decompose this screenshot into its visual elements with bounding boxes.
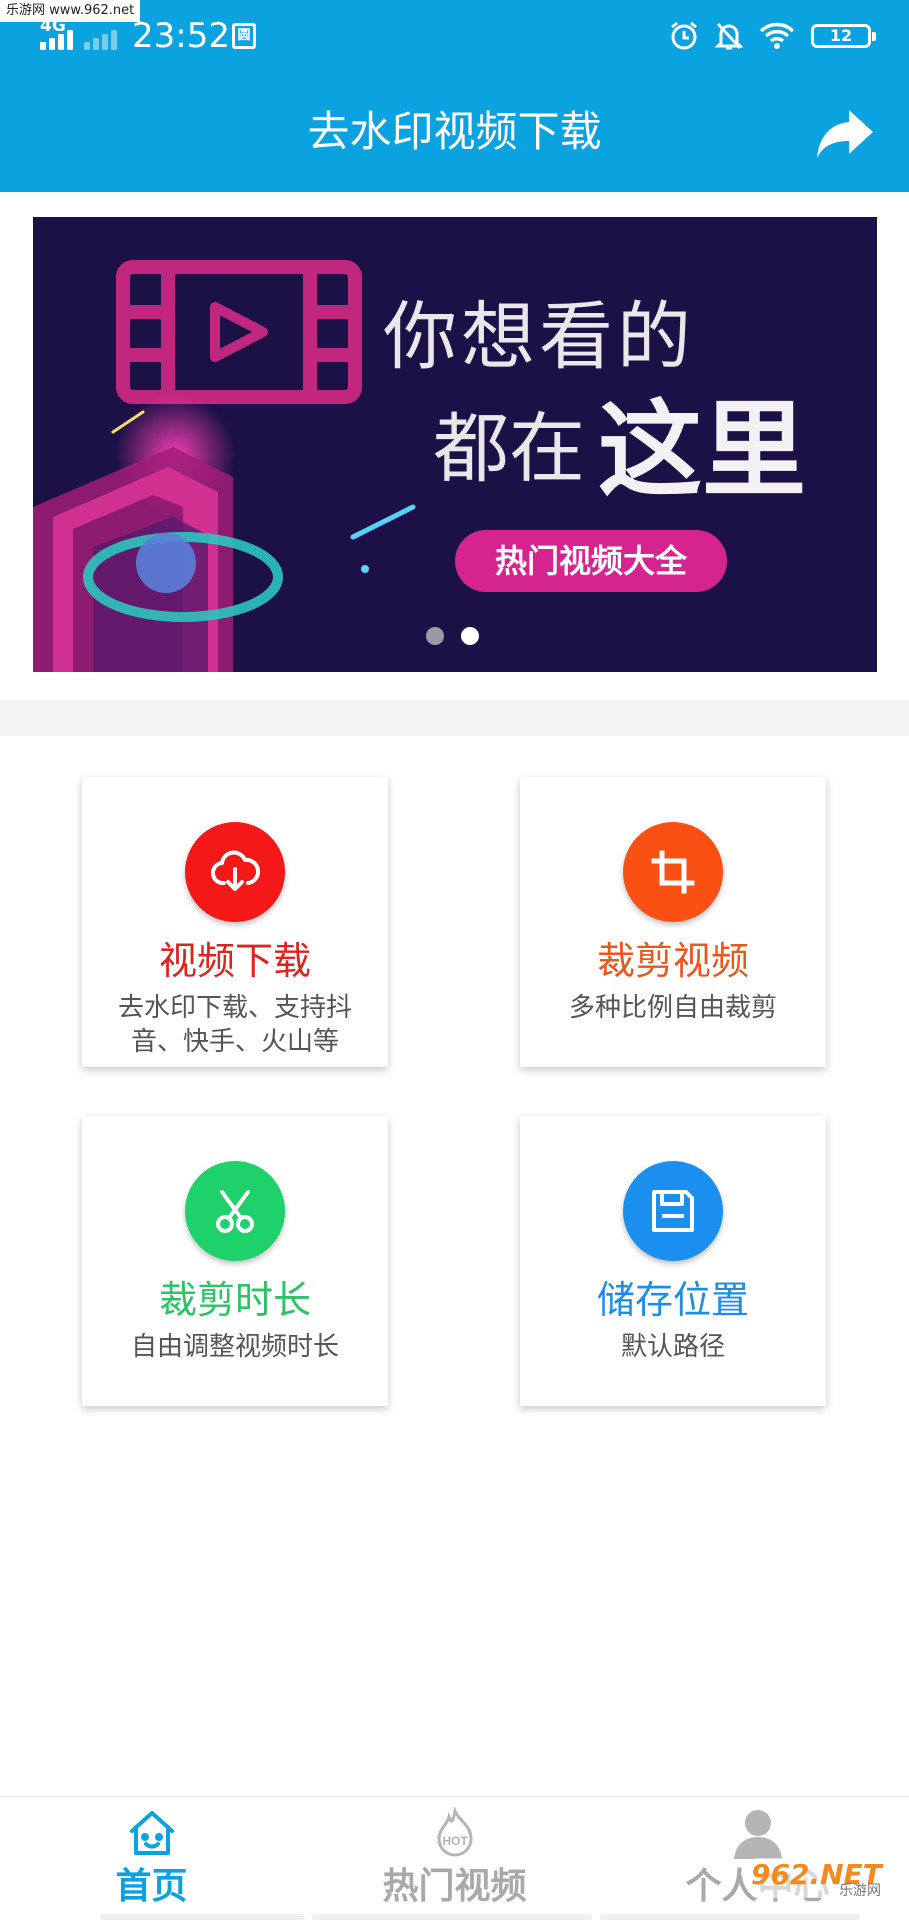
signal-icon: 4G [40, 16, 120, 52]
alarm-icon [671, 21, 697, 50]
home-icon [130, 1811, 174, 1855]
crop-icon [623, 822, 723, 922]
battery-level: 12 [829, 26, 853, 45]
sim-icon: 圆 [232, 23, 256, 49]
feature-desc: 去水印下载、支持抖音、快手、火山等 [117, 993, 352, 1057]
title-bar: 去水印视频下载 [0, 72, 909, 192]
banner-headline-2b: 这里 [598, 388, 807, 511]
watermark-sub: 乐游网 [839, 1883, 881, 1899]
section-divider [0, 700, 909, 736]
nav-underline [100, 1914, 305, 1920]
banner-pill: 热门视频大全 [455, 530, 727, 592]
cloud-download-icon [185, 822, 285, 922]
banner-carousel[interactable]: 你想看的 都在 这里 热门视频大全 [33, 217, 877, 672]
feature-desc: 默认路径 [620, 1332, 725, 1362]
mute-bell-icon [715, 22, 743, 50]
scissors-icon [185, 1161, 285, 1261]
feature-title: 裁剪时长 [158, 1278, 311, 1322]
feature-desc: 自由调整视频时长 [130, 1332, 339, 1362]
nav-label-home: 首页 [115, 1866, 188, 1907]
user-icon [734, 1810, 782, 1859]
wifi-icon [759, 22, 795, 49]
svg-text:HOT: HOT [442, 1834, 468, 1848]
battery-icon: 12 [811, 24, 876, 48]
banner-headline-2a: 都在 [433, 404, 585, 493]
nav-underline [312, 1914, 592, 1920]
hot-icon: HOT [437, 1807, 473, 1857]
save-icon [623, 1161, 723, 1261]
feature-card-storage-location[interactable]: 储存位置 默认路径 [520, 1116, 826, 1406]
feature-title: 裁剪视频 [596, 939, 749, 983]
carousel-dot-2[interactable] [461, 627, 479, 645]
watermark-bottom: 962.NET 乐游网 [751, 1858, 901, 1899]
feature-card-video-download[interactable]: 视频下载 去水印下载、支持抖音、快手、火山等 [82, 777, 388, 1067]
nav-underline [600, 1914, 860, 1920]
feature-title: 储存位置 [596, 1278, 749, 1322]
share-icon[interactable] [813, 100, 877, 164]
feature-card-trim-duration[interactable]: 裁剪时长 自由调整视频时长 [82, 1116, 388, 1406]
page-title: 去水印视频下载 [307, 107, 602, 156]
nav-item-home[interactable]: 首页 [0, 1797, 303, 1920]
nav-label-hot: 热门视频 [382, 1866, 527, 1907]
feature-title: 视频下载 [158, 939, 311, 983]
watermark-top: 乐游网 www.962.net [0, 0, 141, 22]
nav-item-hot[interactable]: HOT 热门视频 [303, 1797, 606, 1920]
status-time: 23:52 [132, 16, 230, 56]
feature-card-crop-video[interactable]: 裁剪视频 多种比例自由裁剪 [520, 777, 826, 1067]
feature-desc: 多种比例自由裁剪 [568, 993, 777, 1023]
carousel-dot-1[interactable] [426, 627, 444, 645]
